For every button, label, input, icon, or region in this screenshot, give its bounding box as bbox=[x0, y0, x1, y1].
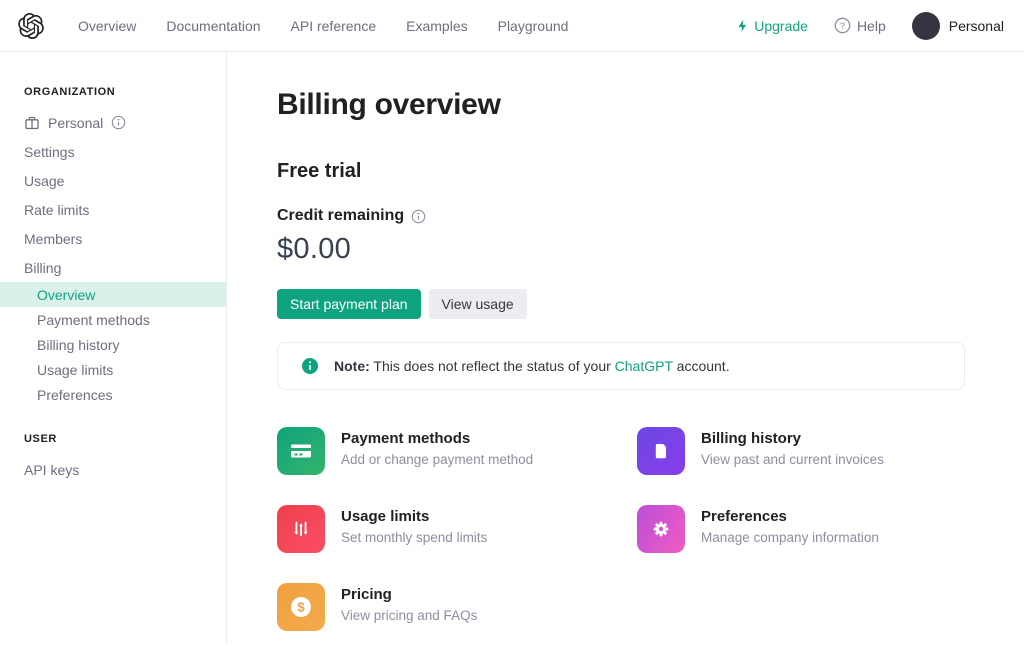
note-body-end: account. bbox=[673, 358, 730, 374]
card-title: Billing history bbox=[701, 430, 884, 447]
dollar-icon: $ bbox=[277, 583, 325, 631]
help-label: Help bbox=[857, 18, 886, 34]
card-subtitle: Set monthly spend limits bbox=[341, 530, 487, 545]
usage-limits-card[interactable]: Usage limits Set monthly spend limits bbox=[277, 505, 637, 553]
card-title: Pricing bbox=[341, 586, 477, 603]
billing-cards: Payment methods Add or change payment me… bbox=[277, 427, 1024, 631]
question-circle-icon: ? bbox=[834, 17, 851, 34]
preferences-card[interactable]: Preferences Manage company information bbox=[637, 505, 997, 553]
start-payment-plan-button[interactable]: Start payment plan bbox=[277, 289, 421, 319]
credit-amount: $0.00 bbox=[277, 233, 1024, 266]
sidebar-item-preferences[interactable]: Preferences bbox=[0, 382, 226, 407]
primary-nav: Overview Documentation API reference Exa… bbox=[78, 18, 568, 34]
org-name: Personal bbox=[48, 115, 103, 131]
nav-api-reference[interactable]: API reference bbox=[291, 18, 377, 34]
page-title: Billing overview bbox=[277, 88, 1024, 122]
bolt-icon bbox=[736, 19, 749, 33]
svg-text:$: $ bbox=[297, 600, 305, 615]
card-subtitle: View past and current invoices bbox=[701, 452, 884, 467]
payment-methods-card[interactable]: Payment methods Add or change payment me… bbox=[277, 427, 637, 475]
card-title: Preferences bbox=[701, 508, 879, 525]
card-subtitle: View pricing and FAQs bbox=[341, 608, 477, 623]
nav-playground[interactable]: Playground bbox=[498, 18, 569, 34]
sidebar-item-settings[interactable]: Settings bbox=[0, 137, 226, 166]
sidebar-item-usage-limits[interactable]: Usage limits bbox=[0, 357, 226, 382]
account-name: Personal bbox=[949, 18, 1004, 34]
sidebar-item-billing-overview[interactable]: Overview bbox=[0, 282, 226, 307]
svg-text:?: ? bbox=[840, 21, 845, 32]
note-banner: Note: This does not reflect the status o… bbox=[277, 342, 965, 390]
credit-card-icon bbox=[277, 427, 325, 475]
sidebar-item-billing-history[interactable]: Billing history bbox=[0, 332, 226, 357]
sidebar-item-payment-methods[interactable]: Payment methods bbox=[0, 307, 226, 332]
avatar bbox=[912, 12, 940, 40]
card-title: Usage limits bbox=[341, 508, 487, 525]
info-icon[interactable] bbox=[111, 115, 126, 130]
card-subtitle: Manage company information bbox=[701, 530, 879, 545]
sidebar: ORGANIZATION Personal Settings Usage Rat… bbox=[0, 52, 227, 644]
document-icon bbox=[637, 427, 685, 475]
help-button[interactable]: ? Help bbox=[834, 17, 886, 34]
view-usage-button[interactable]: View usage bbox=[429, 289, 527, 319]
note-text: Note: This does not reflect the status o… bbox=[334, 358, 730, 374]
main-content: Billing overview Free trial Credit remai… bbox=[227, 52, 1024, 644]
top-nav: Overview Documentation API reference Exa… bbox=[0, 0, 1024, 52]
info-filled-icon bbox=[302, 358, 318, 374]
sliders-icon bbox=[277, 505, 325, 553]
user-section-label: USER bbox=[0, 433, 226, 445]
info-icon[interactable] bbox=[411, 209, 426, 224]
plan-title: Free trial bbox=[277, 160, 1024, 183]
billing-history-card[interactable]: Billing history View past and current in… bbox=[637, 427, 997, 475]
card-title: Payment methods bbox=[341, 430, 533, 447]
chatgpt-link[interactable]: ChatGPT bbox=[615, 358, 673, 374]
upgrade-label: Upgrade bbox=[754, 18, 808, 34]
upgrade-button[interactable]: Upgrade bbox=[736, 18, 808, 34]
pricing-card[interactable]: $ Pricing View pricing and FAQs bbox=[277, 583, 637, 631]
sidebar-item-billing[interactable]: Billing bbox=[0, 253, 226, 282]
openai-logo-icon[interactable] bbox=[16, 11, 46, 41]
credit-remaining-label: Credit remaining bbox=[277, 207, 404, 225]
card-subtitle: Add or change payment method bbox=[341, 452, 533, 467]
note-body: This does not reflect the status of your bbox=[370, 358, 615, 374]
organization-section-label: ORGANIZATION bbox=[0, 86, 226, 98]
sidebar-item-rate-limits[interactable]: Rate limits bbox=[0, 195, 226, 224]
briefcase-icon bbox=[24, 115, 40, 131]
gear-icon bbox=[637, 505, 685, 553]
nav-overview[interactable]: Overview bbox=[78, 18, 136, 34]
org-selector[interactable]: Personal bbox=[0, 108, 226, 137]
sidebar-item-usage[interactable]: Usage bbox=[0, 166, 226, 195]
sidebar-item-api-keys[interactable]: API keys bbox=[0, 455, 226, 484]
note-prefix: Note: bbox=[334, 358, 370, 374]
nav-examples[interactable]: Examples bbox=[406, 18, 467, 34]
sidebar-item-members[interactable]: Members bbox=[0, 224, 226, 253]
nav-documentation[interactable]: Documentation bbox=[166, 18, 260, 34]
account-menu[interactable]: Personal bbox=[912, 12, 1004, 40]
